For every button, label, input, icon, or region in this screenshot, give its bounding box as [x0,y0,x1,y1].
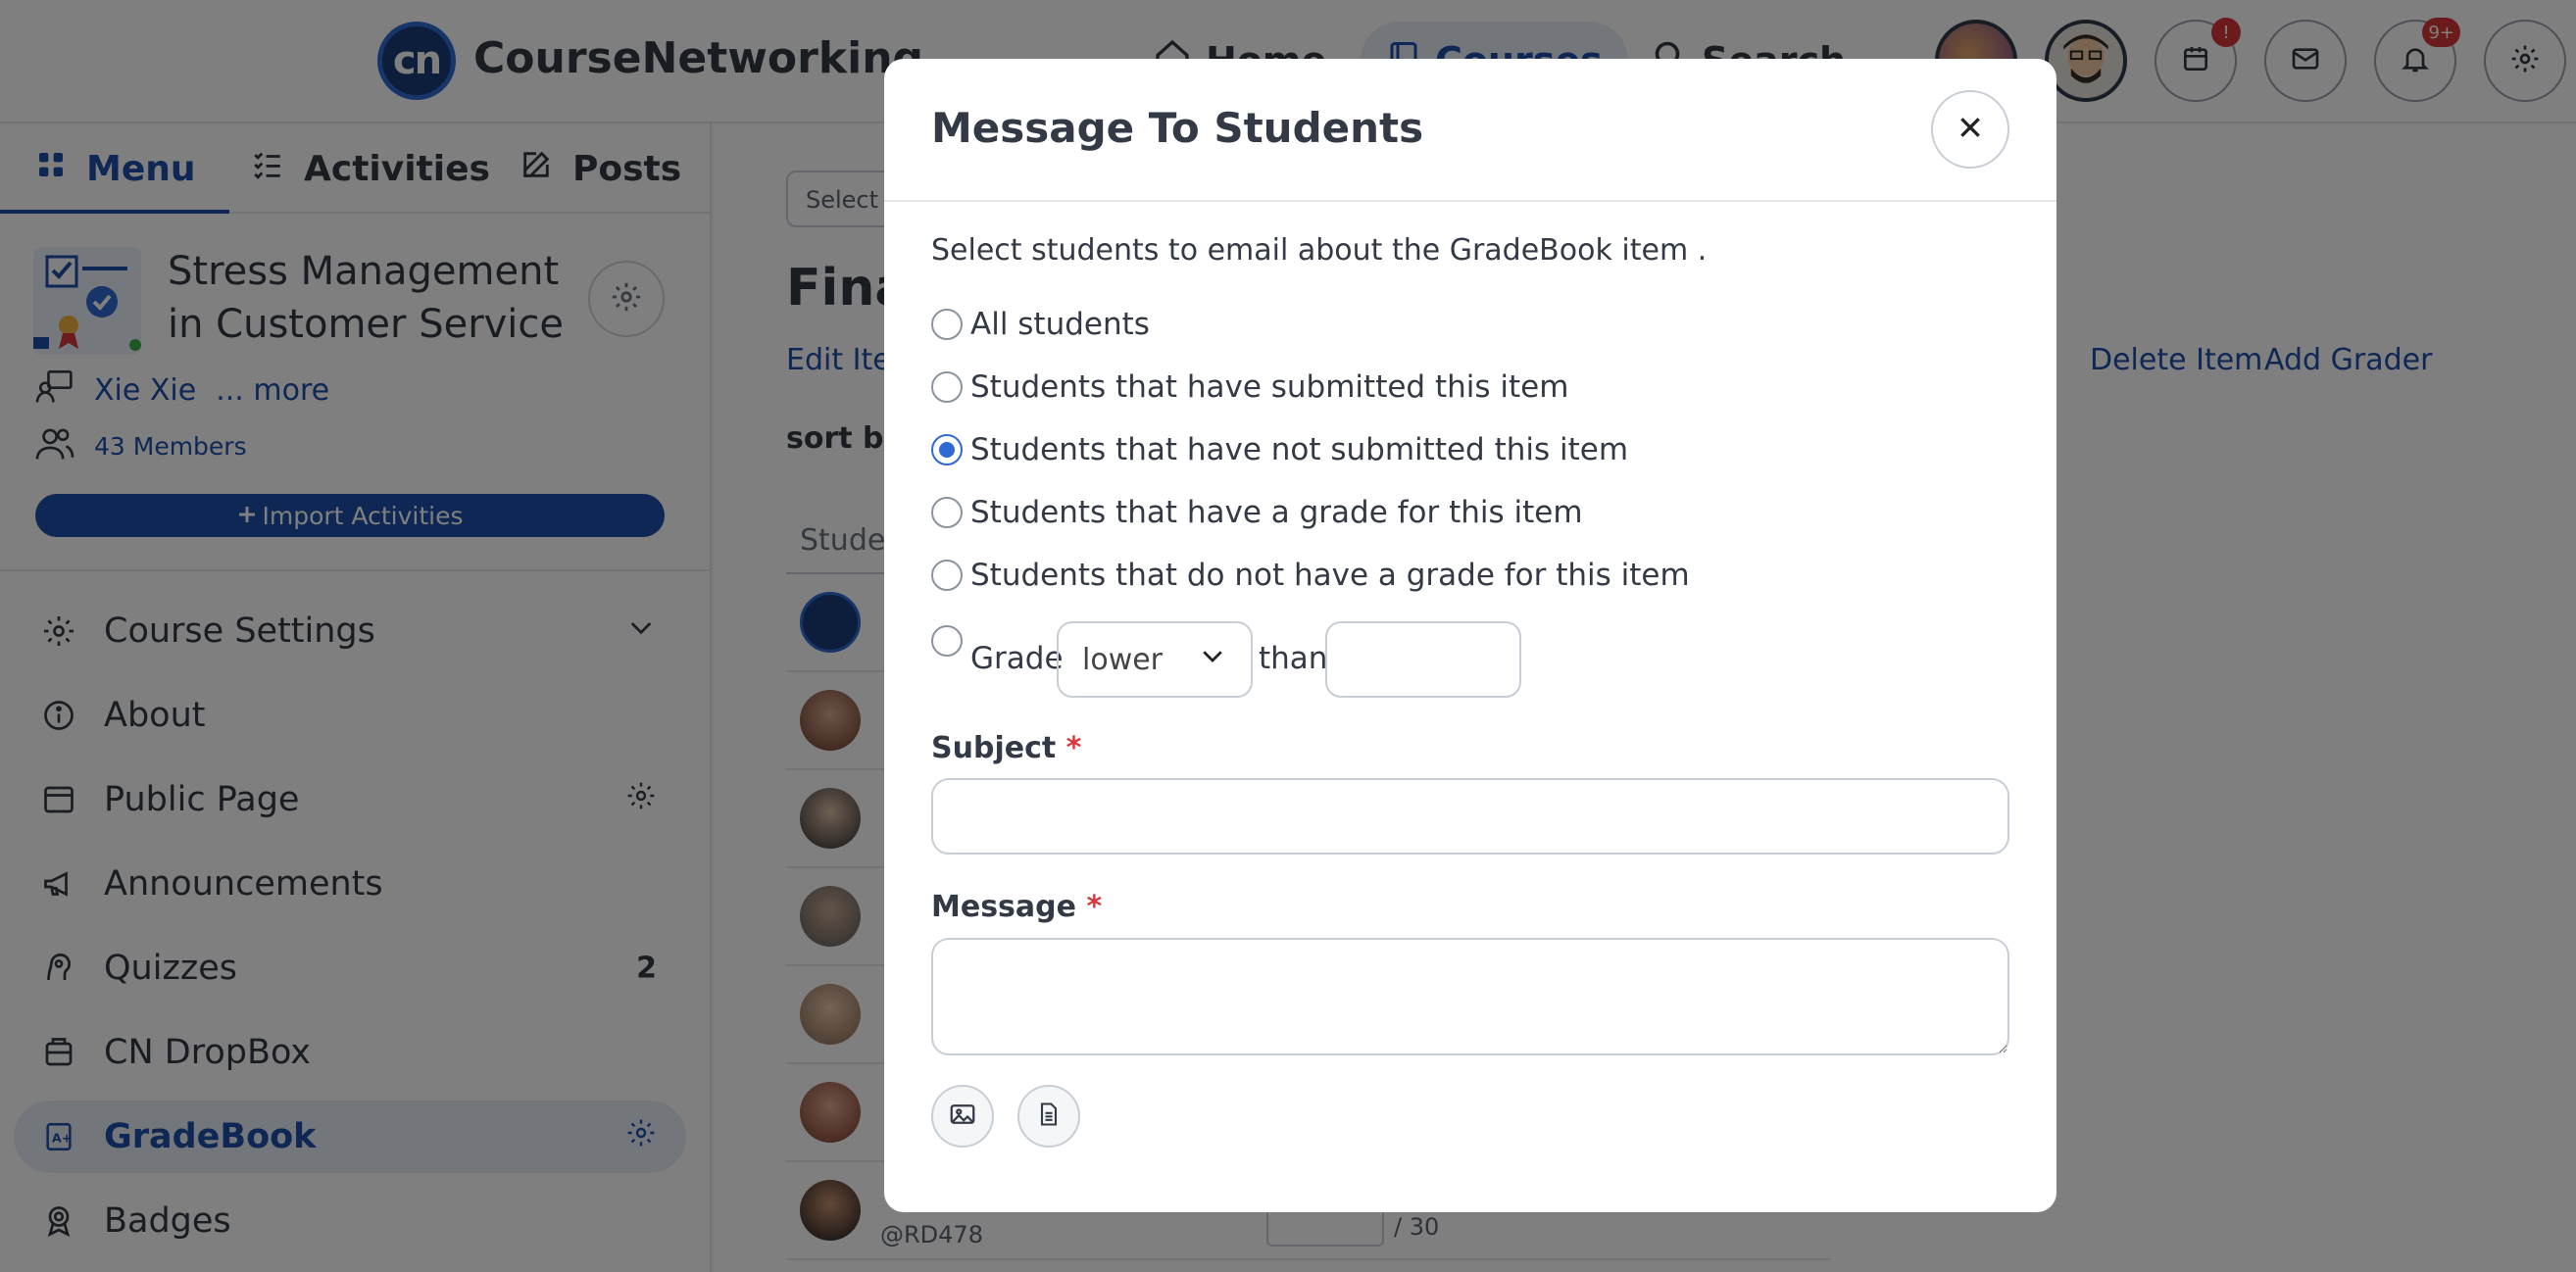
dialog-title: Message To Students [931,104,1424,152]
option-has-grade[interactable]: Students that have a grade for this item [931,495,1583,530]
dialog-intro: Select students to email about the Grade… [931,233,1708,268]
option-not-submitted[interactable]: Students that have not submitted this it… [931,432,1628,467]
subject-label: Subject * [931,731,1082,765]
required-mark: * [1065,731,1082,765]
grade-label: Grade [970,641,1064,676]
radio-button[interactable] [931,560,963,591]
option-no-grade[interactable]: Students that do not have a grade for th… [931,558,1690,593]
radio-button[interactable] [931,371,963,403]
option-grade-radio[interactable] [931,625,963,657]
chevron-down-icon [1198,641,1227,678]
radio-button[interactable] [931,497,963,528]
dialog-separator [884,200,2056,202]
close-button[interactable] [1931,90,2009,169]
insert-image-button[interactable] [931,1085,994,1148]
subject-input[interactable] [931,778,2009,855]
close-icon [1957,115,1983,144]
radio-button[interactable] [931,309,963,340]
option-submitted[interactable]: Students that have submitted this item [931,369,1568,405]
message-label: Message * [931,890,1103,924]
radio-button-selected[interactable] [931,434,963,465]
image-icon [948,1100,977,1133]
message-to-students-dialog: Message To Students Select students to e… [884,59,2056,1212]
grade-value-input[interactable] [1325,621,1521,698]
required-mark: * [1086,890,1103,924]
document-icon [1035,1101,1063,1132]
than-label: than [1259,641,1328,676]
message-textarea[interactable] [931,938,2009,1055]
attach-file-button[interactable] [1017,1085,1080,1148]
grade-compare-select[interactable]: lower [1057,621,1253,698]
option-all-students[interactable]: All students [931,307,1150,342]
